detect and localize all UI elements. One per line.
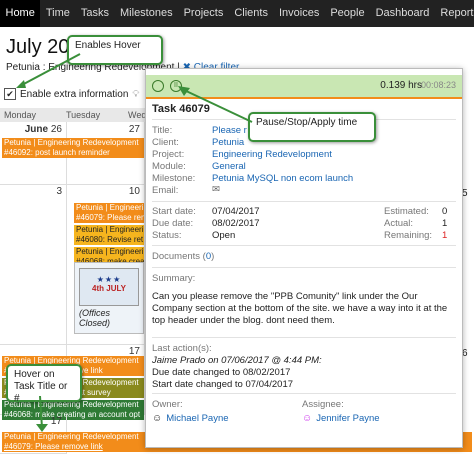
event-project: Petunia | Engineering — [74, 225, 144, 235]
last-action-author: Jaime Prado on 07/06/2017 @ 4:44 PM: — [152, 355, 322, 366]
assignee-label: Assignee: — [302, 399, 344, 410]
hours-value: 0.139 hrs — [380, 80, 422, 91]
field-label: Title: — [152, 125, 173, 136]
client-link[interactable]: Petunia — [212, 137, 244, 148]
field-label: Remaining: — [384, 230, 433, 241]
nav-clients[interactable]: Clients — [229, 0, 274, 27]
callout-pause-stop: Pause/Stop/Apply time — [248, 112, 376, 142]
holiday-card: ★★★ 4th JULY (Offices Closed) — [74, 262, 144, 334]
event-title[interactable]: #46079: Please rem — [74, 213, 144, 223]
callout-arrow — [16, 53, 81, 88]
event-title[interactable]: #46092: post launch reminder — [2, 148, 144, 158]
project-link[interactable]: Engineering Redevelopment — [212, 149, 332, 160]
callout-arrow — [178, 86, 253, 123]
title-link[interactable]: Please r — [212, 125, 247, 136]
day-header-monday: Monday — [0, 108, 63, 122]
event-46079[interactable]: Petunia | Engineering #46079: Please rem — [74, 203, 144, 223]
module-link[interactable]: General — [212, 161, 246, 172]
owner[interactable]: ☺ Michael Payne — [152, 413, 229, 424]
status-value: Open — [212, 230, 236, 241]
nav-milestones[interactable]: Milestones — [115, 0, 179, 27]
month-label: June — [24, 124, 49, 135]
field-label: Due date: — [152, 218, 194, 229]
field-label: Estimated: — [384, 206, 429, 217]
field-label: Actual: — [384, 218, 414, 229]
nav-invoices[interactable]: Invoices — [273, 0, 324, 27]
owner-label: Owner: — [152, 399, 183, 410]
timer-clock: 00:08:23 — [420, 80, 456, 90]
field-label: Status: — [152, 230, 182, 241]
due-date: 08/02/2017 — [212, 218, 260, 229]
summary-text: Can you please remove the "PPB Comunity"… — [152, 291, 448, 326]
assignee-avatar-icon: ☺ — [302, 413, 313, 424]
divider — [152, 393, 456, 394]
top-nav: Home Time Tasks Milestones Projects Clie… — [0, 0, 474, 27]
assignee-name[interactable]: Jennifer Payne — [316, 413, 379, 424]
nav-projects[interactable]: Projects — [178, 0, 229, 27]
last-actions-label: Last action(s): — [152, 343, 212, 354]
event-project: Petunia | Engineering — [74, 203, 144, 213]
nav-tasks[interactable]: Tasks — [75, 0, 114, 27]
nav-dashboard[interactable]: Dashboard — [370, 0, 435, 27]
divider — [152, 245, 456, 246]
day-header-tuesday: Tuesday — [62, 108, 125, 122]
actual-value: 1 — [442, 218, 448, 229]
nav-reports[interactable]: Reports — [435, 0, 474, 27]
remaining-value: 1 — [442, 230, 448, 241]
calendar-cell[interactable]: 3 — [0, 184, 67, 345]
owner-name[interactable]: Michael Payne — [166, 413, 228, 424]
nav-home[interactable]: Home — [0, 0, 41, 27]
field-label: Project: — [152, 149, 185, 160]
event-project: Petunia | Engineering Redevelopment — [2, 138, 144, 148]
divider — [152, 267, 456, 268]
stop-icon[interactable] — [152, 80, 164, 92]
lightbulb-icon: 💡︎ — [132, 88, 140, 100]
owner-avatar-icon: ☺ — [152, 413, 163, 424]
divider — [152, 337, 456, 338]
callout-arrow — [36, 395, 48, 432]
email-icon[interactable]: ✉ — [212, 184, 220, 195]
milestone-link[interactable]: Petunia MySQL non ecom launch — [212, 173, 353, 184]
start-date: 07/04/2017 — [212, 206, 260, 217]
field-label: Email: — [152, 185, 179, 196]
assignee[interactable]: ☺ Jennifer Payne — [302, 413, 380, 424]
summary-label: Summary: — [152, 273, 196, 284]
field-label: Start date: — [152, 206, 196, 217]
field-label: Module: — [152, 161, 186, 172]
last-action-2: Start date changed to 07/04/2017 — [152, 379, 294, 390]
field-label: Milestone: — [152, 173, 196, 184]
nav-time[interactable]: Time — [40, 0, 75, 27]
event-46080[interactable]: Petunia | Engineering #46080: Revise ret — [74, 225, 144, 245]
july-4th-image: ★★★ 4th JULY — [79, 268, 139, 306]
field-label: Client: — [152, 137, 179, 148]
estimated-value: 0 — [442, 206, 448, 217]
documents-row: Documents (0) — [152, 251, 215, 262]
nav-people[interactable]: People — [325, 0, 370, 27]
event-title[interactable]: #46080: Revise ret — [74, 235, 144, 245]
event-project: Petunia | Engineering — [74, 247, 144, 257]
divider — [152, 201, 456, 202]
last-action-1: Due date changed to 08/02/2017 — [152, 367, 291, 378]
offices-closed-label: (Offices Closed) — [79, 308, 111, 328]
event-46092[interactable]: Petunia | Engineering Redevelopment #460… — [2, 138, 144, 158]
